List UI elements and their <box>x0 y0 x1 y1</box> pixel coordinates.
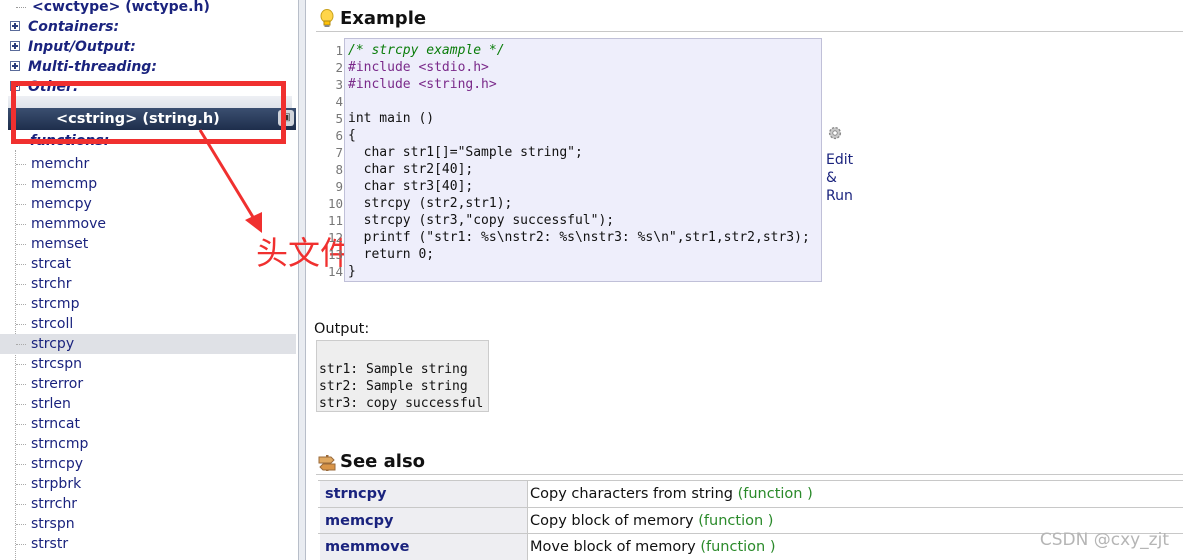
sidebar-item-strrchr[interactable]: strrchr <box>0 494 296 514</box>
see-also-kind: (function ) <box>698 513 774 529</box>
line-number: 9 <box>335 179 343 194</box>
code-line: return 0; <box>348 247 435 262</box>
see-also-kind: (function ) <box>737 486 813 502</box>
line-number: 12 <box>327 230 343 245</box>
annotation-arrow <box>198 129 262 233</box>
output-line: str2: Sample string <box>319 379 468 394</box>
output-line: str3: copy successful <box>319 396 484 411</box>
see-also-desc: Copy block of memory <box>530 513 694 529</box>
see-also-link[interactable]: strncpy <box>320 481 528 507</box>
sidebar-item-strncmp[interactable]: strncmp <box>0 434 296 454</box>
code-line: } <box>348 264 356 279</box>
output-block: str1: Sample string str2: Sample string … <box>316 340 489 412</box>
sidebar-item-strcat[interactable]: strcat <box>0 254 296 274</box>
sidebar-item-strcmp[interactable]: strcmp <box>0 294 296 314</box>
code-line: char str1[]="Sample string"; <box>348 145 583 160</box>
code-line: char str2[40]; <box>348 162 474 177</box>
line-number: 4 <box>335 94 343 109</box>
sidebar-item-strcspn[interactable]: strcspn <box>0 354 296 374</box>
see-also-link[interactable]: memmove <box>320 534 528 560</box>
code-line: int main () <box>348 111 435 126</box>
line-number: 8 <box>335 162 343 177</box>
edit-run-button[interactable]: Edit & Run <box>826 124 866 205</box>
see-also-link[interactable]: memcpy <box>320 508 528 534</box>
code-line: #include <string.h> <box>348 77 497 92</box>
line-number: 3 <box>335 77 343 92</box>
example-heading: Example <box>316 6 1183 32</box>
line-number: 6 <box>335 128 343 143</box>
see-also-desc: Copy characters from string <box>530 486 733 502</box>
line-number: 10 <box>327 196 343 211</box>
code-line: { <box>348 128 356 143</box>
see-also-kind: (function ) <box>700 539 776 555</box>
edit-run-label: & <box>826 170 837 186</box>
edit-run-label: Run <box>826 188 853 204</box>
code-line: /* strcpy example */ <box>348 43 505 58</box>
sidebar-item-strerror[interactable]: strerror <box>0 374 296 394</box>
see-also-row: strncpy Copy characters from string (fun… <box>318 480 1183 507</box>
code-line: strcpy (str2,str1); <box>348 196 513 211</box>
line-number: 1 <box>335 43 343 58</box>
line-number: 5 <box>335 111 343 126</box>
main-content: Example 1 /* strcpy example */ 2 #include <… <box>306 0 1183 560</box>
output-line: str1: Sample string <box>319 362 468 377</box>
signpost-icon <box>318 455 336 471</box>
example-title: Example <box>340 8 427 29</box>
line-number: 13 <box>327 247 343 262</box>
sidebar-item-strlen[interactable]: strlen <box>0 394 296 414</box>
code-line: printf ("str1: %s\nstr2: %s\nstr3: %s\n"… <box>348 230 810 245</box>
watermark: CSDN @cxy_zjt <box>1039 530 1169 550</box>
see-also-heading: See also <box>316 449 1183 475</box>
see-also-title: See also <box>340 451 426 472</box>
sidebar-item-strspn[interactable]: strspn <box>0 514 296 534</box>
sidebar-item-strncat[interactable]: strncat <box>0 414 296 434</box>
code-line: #include <stdio.h> <box>348 60 489 75</box>
gear-icon <box>828 126 842 140</box>
line-number: 2 <box>335 60 343 75</box>
edit-run-label: Edit <box>826 152 854 168</box>
sidebar-item-strstr[interactable]: strstr <box>0 534 296 554</box>
code-block[interactable]: 1 /* strcpy example */ 2 #include <stdio.h>… <box>328 38 822 282</box>
sidebar-item-strcpy[interactable]: strcpy <box>0 334 296 354</box>
code-line: strcpy (str3,"copy successful"); <box>348 213 615 228</box>
line-number: 7 <box>335 145 343 160</box>
output-label: Output: <box>314 321 370 337</box>
sidebar-item-strcoll[interactable]: strcoll <box>0 314 296 334</box>
sidebar-item-strchr[interactable]: strchr <box>0 274 296 294</box>
line-number: 14 <box>327 264 343 279</box>
see-also-desc: Move block of memory <box>530 539 696 555</box>
sidebar-item-strncpy[interactable]: strncpy <box>0 454 296 474</box>
sidebar-item-strpbrk[interactable]: strpbrk <box>0 474 296 494</box>
lightbulb-icon <box>320 9 334 27</box>
line-number: 11 <box>327 213 343 228</box>
code-line: char str3[40]; <box>348 179 474 194</box>
